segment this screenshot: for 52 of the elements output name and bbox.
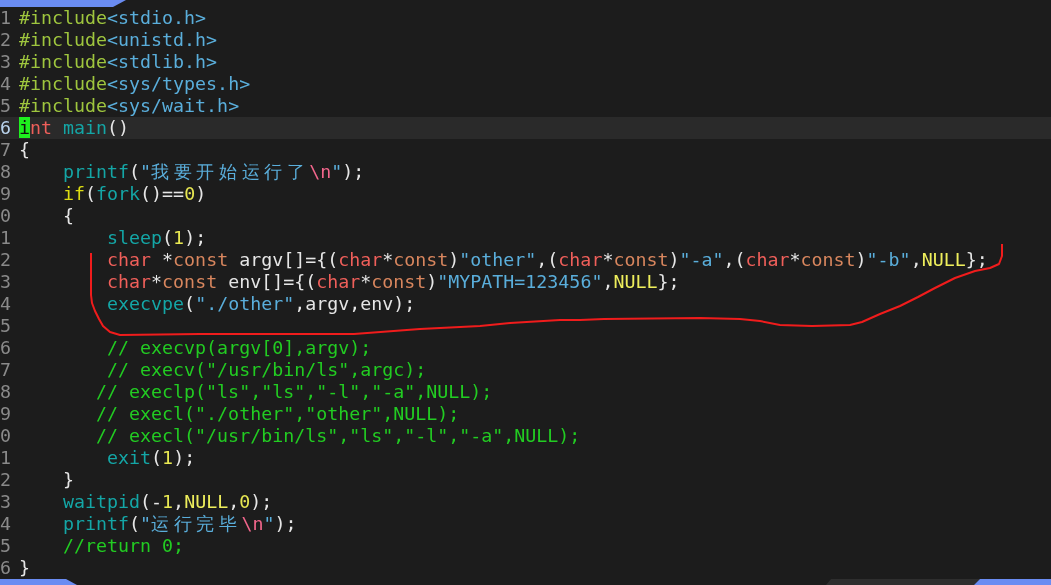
code-line: execvpe("./other",argv,env); [107,293,416,315]
line-number: 2 [0,29,11,51]
line-number: 3 [0,51,11,73]
line-number: 9 [0,403,11,425]
code-line: printf("我要开始运行了\n"); [63,161,365,183]
line-number: 1 [0,227,11,249]
code-line: // execl("/usr/bin/ls","ls","-l","-a",NULL); [96,425,581,447]
line-number: 5 [0,535,11,557]
line-number: 6 [0,337,11,359]
line-number: 1 [0,7,11,29]
line-number: 7 [0,139,11,161]
line-number: 1 [0,447,11,469]
code-line: } [63,469,75,491]
code-line: #include<sys/wait.h> [19,95,240,117]
line-number: 4 [0,293,11,315]
line-number: 7 [0,359,11,381]
code-line: exit(1); [107,447,196,469]
line-number: 2 [0,469,11,491]
code-line: #include<stdlib.h> [19,51,218,73]
line-number: 2 [0,249,11,271]
code-line: // execvp(argv[0],argv); [107,337,372,359]
code-line: //return 0; [63,535,185,557]
line-number: 6 [0,117,11,139]
code-line: int main() [19,117,130,139]
line-number: 6 [0,557,11,579]
code-line: { [19,139,30,161]
line-number: 0 [0,205,11,227]
line-number: 9 [0,183,11,205]
code-line: // execv("/usr/bin/ls",argc); [107,359,427,381]
line-number: 4 [0,73,11,95]
code-line: if(fork()==0) [63,183,207,205]
code-line: char*const env[]={(char*const)"MYPATH=123456",NULL}; [107,271,680,293]
code-line: } [19,557,30,579]
code-line: printf("运行完毕\n"); [63,513,297,535]
line-number: 4 [0,513,11,535]
code-line: #include<unistd.h> [19,29,218,51]
code-line: sleep(1); [107,227,207,249]
line-number: 8 [0,161,11,183]
line-number: 5 [0,95,11,117]
line-number: 3 [0,271,11,293]
code-line: { [63,205,75,227]
line-number: 8 [0,381,11,403]
line-number: 3 [0,491,11,513]
code-line: waitpid(-1,NULL,0); [63,491,273,513]
code-line: #include<sys/types.h> [19,73,251,95]
code-line: // execlp("ls","ls","-l","-a",NULL); [96,381,493,403]
code-line: #include<stdio.h> [19,7,207,29]
code-line: // execl("./other","other",NULL); [96,403,460,425]
line-number: 5 [0,315,11,337]
code-line: char *const argv[]={(char*const)"other",(char*const)"-a",(char*const)"-b",NULL}; [107,249,988,271]
line-number: 0 [0,425,11,447]
file-tab[interactable] [0,0,126,7]
